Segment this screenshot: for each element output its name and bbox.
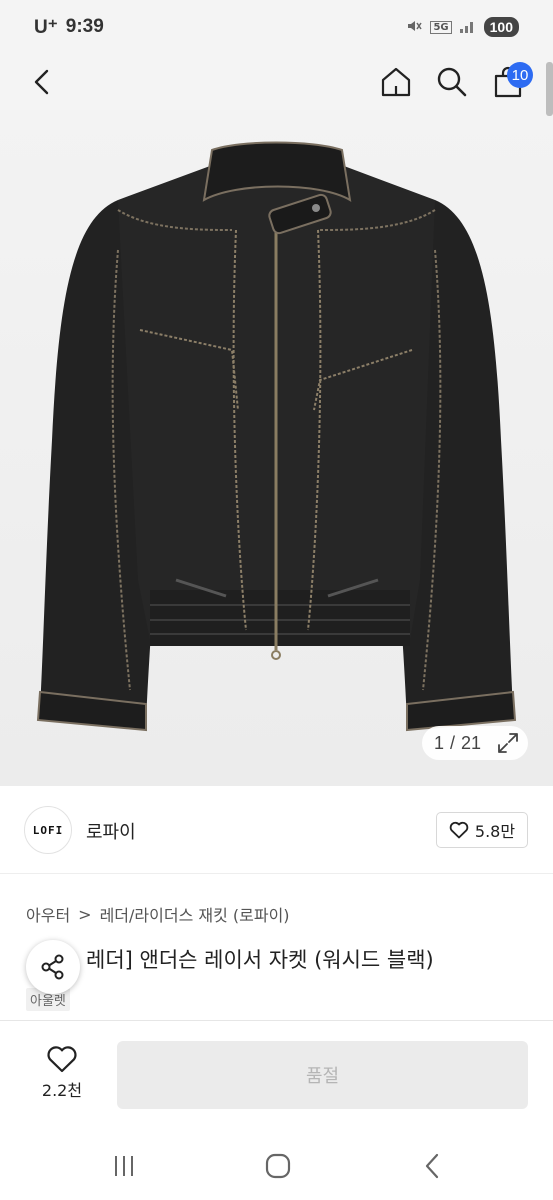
app-header: 10	[0, 54, 553, 110]
clock: 9:39	[65, 16, 104, 37]
home-button[interactable]	[374, 60, 418, 104]
image-counter: 1 / 21	[422, 726, 528, 760]
back-button[interactable]	[20, 60, 64, 104]
image-counter-total: 21	[461, 732, 482, 753]
home-circle-icon	[265, 1153, 291, 1179]
brand-like-count: 5.8만	[474, 822, 516, 841]
home-icon	[381, 67, 411, 97]
breadcrumb-category[interactable]: 아우터	[26, 902, 70, 926]
brand-name[interactable]: 로파이	[86, 818, 136, 844]
cart-count-badge: 10	[507, 62, 533, 88]
system-nav-bar	[0, 1130, 553, 1200]
recent-apps-button[interactable]	[104, 1146, 144, 1186]
product-image	[36, 141, 517, 732]
cart-button[interactable]: 10	[486, 60, 533, 104]
carrier-label: U⁺	[34, 16, 58, 38]
brand-logo[interactable]: LOFI	[24, 806, 72, 854]
status-bar: U⁺ 9:39 5G 100	[0, 0, 553, 54]
search-icon	[437, 67, 467, 97]
brand-like-button[interactable]: 5.8만	[436, 812, 528, 848]
image-counter-current: 1	[434, 732, 445, 753]
recent-apps-icon	[115, 1156, 133, 1176]
sold-out-button[interactable]: 품절	[117, 1041, 528, 1109]
heart-icon	[47, 1046, 77, 1073]
heart-icon	[449, 821, 469, 839]
network-label: 5G	[430, 20, 452, 34]
expand-button[interactable]	[496, 731, 520, 755]
image-counter-separator: /	[450, 732, 456, 753]
battery-indicator: 100	[483, 17, 519, 37]
chevron-left-icon	[425, 1153, 439, 1179]
product-image-gallery[interactable]: 1 / 21	[0, 110, 553, 786]
chevron-left-icon	[34, 69, 49, 95]
breadcrumb: 아우터 > 레더/라이더스 재킷 (로파이)	[26, 902, 290, 926]
page-scrollbar[interactable]	[546, 62, 553, 116]
wishlist-button[interactable]: 2.2천	[30, 1045, 94, 1101]
breadcrumb-separator: >	[78, 904, 92, 924]
wishlist-count: 2.2천	[41, 1081, 83, 1100]
share-icon	[41, 954, 64, 980]
product-title: 레더] 앤더슨 레이서 자켓 (워시드 블랙)	[86, 948, 434, 972]
back-nav-button[interactable]	[412, 1146, 452, 1186]
expand-icon	[498, 733, 518, 753]
brand-row: LOFI 로파이 5.8만	[0, 786, 553, 874]
share-button[interactable]	[26, 940, 80, 994]
bottom-action-bar: 2.2천 품절	[0, 1020, 553, 1130]
search-button[interactable]	[430, 60, 474, 104]
signal-icon	[459, 18, 477, 37]
mute-icon	[405, 17, 423, 38]
home-nav-button[interactable]	[258, 1146, 298, 1186]
breadcrumb-subcategory[interactable]: 레더/라이더스 재킷 (로파이)	[100, 902, 290, 926]
